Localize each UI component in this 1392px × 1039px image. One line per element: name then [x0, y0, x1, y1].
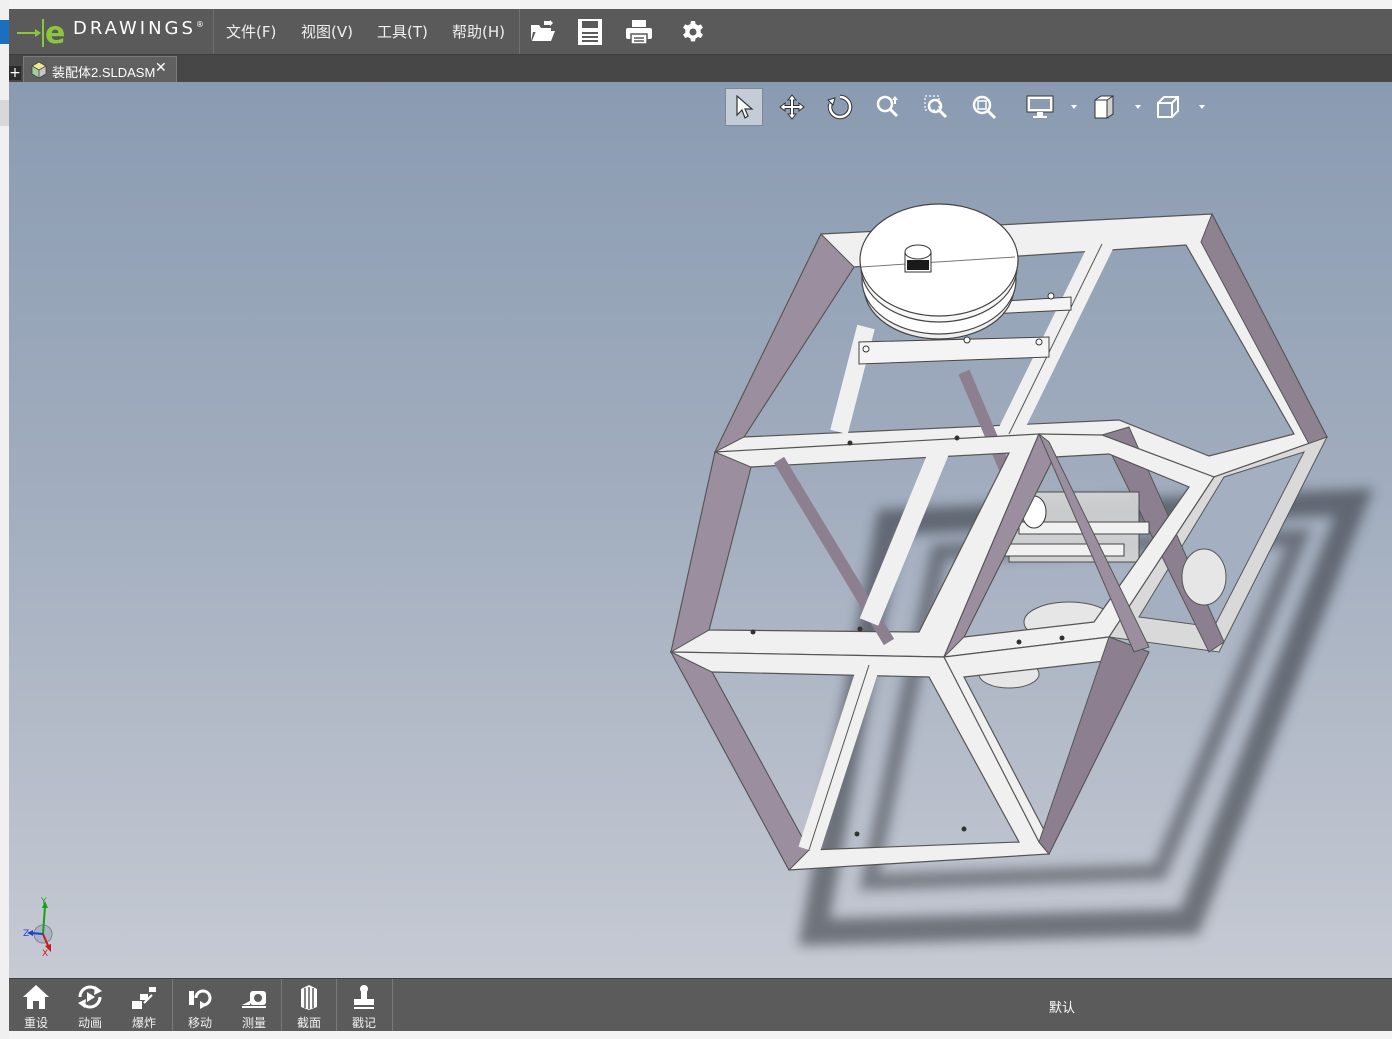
section-view-icon	[1094, 95, 1114, 119]
bottom-toolbar: 重设 动画 爆炸 移动 测量 截面 戳记 默认	[9, 978, 1392, 1032]
rotate-icon	[827, 94, 853, 120]
zoom-icon	[876, 95, 899, 118]
measure-label: 测量	[241, 1016, 266, 1030]
frame-bolts	[750, 292, 1065, 837]
standard-views-button[interactable]	[1149, 88, 1187, 126]
measure-icon	[242, 991, 266, 1008]
assembly-icon	[31, 61, 47, 79]
logo-text-main: DRAWINGS	[73, 18, 196, 39]
zoom-to-area-icon	[924, 95, 948, 119]
save-icon	[578, 19, 602, 45]
settings-button[interactable]	[676, 15, 710, 49]
logo-registered-mark: ®	[195, 20, 204, 29]
document-tab-bar: + 装配体2.SLDASM ✕	[9, 55, 1392, 83]
standard-views-icon	[1157, 96, 1179, 118]
menu-separator	[519, 9, 520, 54]
pan-tool-button[interactable]	[773, 88, 811, 126]
rotate-tool-button[interactable]	[821, 88, 859, 126]
triad-y-label: Y	[40, 897, 47, 907]
section-label: 截面	[296, 1016, 321, 1030]
menu-file[interactable]: 文件(F)	[226, 21, 276, 42]
stamp-icon	[354, 985, 374, 1009]
pan-icon	[779, 94, 805, 120]
reset-button[interactable]: 重设	[9, 979, 63, 1032]
triad-z-label: Z	[23, 929, 29, 939]
menu-help[interactable]: 帮助(H)	[452, 21, 505, 42]
section-button[interactable]: 截面	[282, 979, 336, 1032]
axis-triad: Y Z X	[23, 897, 53, 956]
menu-bar: e DRAWINGS® 文件(F) 视图(V) 工具(T) 帮助(H)	[9, 9, 1392, 55]
home-reset-icon	[23, 985, 49, 1009]
display-mode-dropdown-icon[interactable]	[1069, 102, 1079, 112]
tab-assembly[interactable]: 装配体2.SLDASM ✕	[23, 56, 177, 83]
edrawings-window: e DRAWINGS® 文件(F) 视图(V) 工具(T) 帮助(H) + 装配…	[9, 9, 1392, 1032]
stamp-label: 戳记	[351, 1016, 376, 1030]
standard-views-dropdown-icon[interactable]	[1197, 102, 1207, 112]
assembly-model	[669, 203, 1374, 946]
desktop-taskbar-accent	[0, 20, 9, 44]
configuration-label[interactable]: 默认	[1049, 997, 1075, 1016]
menu-view[interactable]: 视图(V)	[301, 21, 353, 42]
desktop-panel-edge	[0, 100, 9, 126]
animate-icon	[78, 985, 102, 1009]
close-tab-icon[interactable]: ✕	[155, 60, 167, 76]
select-tool-button[interactable]	[725, 88, 763, 126]
explode-icon	[132, 987, 156, 1009]
print-icon	[626, 20, 652, 45]
measure-button[interactable]: 测量	[227, 979, 281, 1032]
zoom-to-fit-icon	[972, 95, 997, 120]
logo-mark-letter: e	[45, 16, 65, 51]
stamp-button[interactable]: 戳记	[337, 979, 391, 1032]
move-icon	[189, 989, 212, 1009]
logo-text: DRAWINGS®	[73, 18, 204, 39]
zoom-to-fit-button[interactable]	[965, 88, 1003, 126]
zoom-tool-button[interactable]	[869, 88, 907, 126]
display-mode-icon	[1026, 95, 1054, 118]
reset-label: 重设	[23, 1016, 48, 1030]
view-toolbar	[723, 86, 1213, 128]
desktop-top-edge	[9, 0, 1392, 9]
add-tab-button[interactable]: +	[9, 66, 21, 80]
triad-x-label: X	[42, 949, 48, 956]
animate-button[interactable]: 动画	[63, 979, 117, 1032]
desktop-bottom-edge	[9, 1031, 1392, 1039]
tab-label: 装配体2.SLDASM	[52, 65, 156, 80]
settings-gear-icon	[683, 21, 703, 42]
section-icon	[301, 985, 317, 1010]
select-arrow-icon	[736, 95, 754, 119]
open-folder-icon	[531, 20, 555, 41]
3d-viewport[interactable]: Y Z X	[9, 82, 1392, 978]
save-button[interactable]	[573, 15, 607, 49]
edrawings-logo-icon: e	[17, 16, 65, 51]
edrawings-logo: e DRAWINGS®	[9, 9, 214, 54]
explode-label: 爆炸	[131, 1016, 156, 1030]
print-button[interactable]	[622, 15, 656, 49]
zoom-to-area-button[interactable]	[917, 88, 955, 126]
desktop-left-edge	[0, 0, 9, 1039]
open-button[interactable]	[526, 15, 560, 49]
move-button[interactable]: 移动	[173, 979, 227, 1032]
menu-tools[interactable]: 工具(T)	[377, 21, 428, 42]
section-view-button[interactable]	[1085, 88, 1123, 126]
display-mode-button[interactable]	[1021, 88, 1059, 126]
move-label: 移动	[187, 1016, 212, 1030]
section-view-dropdown-icon[interactable]	[1133, 102, 1143, 112]
animate-label: 动画	[77, 1016, 102, 1030]
bottom-separator	[392, 979, 393, 1032]
explode-button[interactable]: 爆炸	[117, 979, 171, 1032]
